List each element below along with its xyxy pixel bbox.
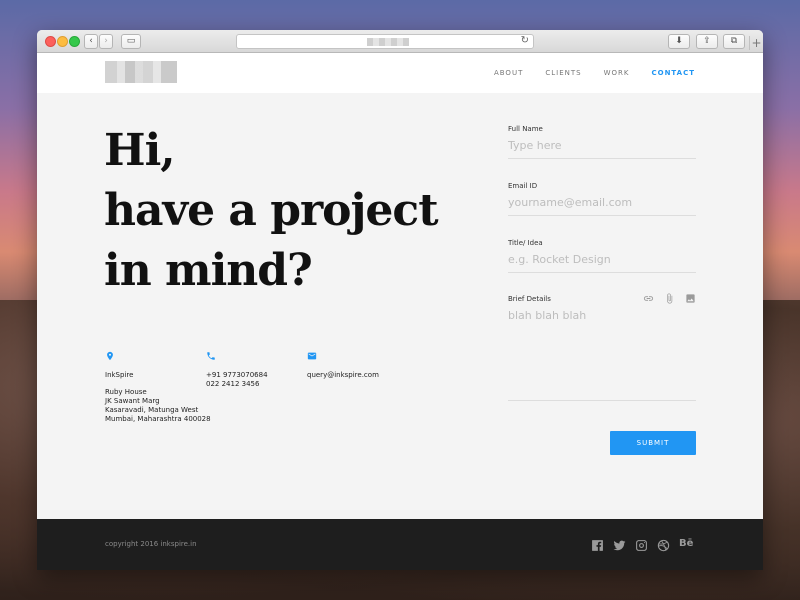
browser-window: ‹ › ▭ ↻ ⬇ ⇪ ⧉ + ABOUT CLIENTS WORK CONTA… bbox=[37, 30, 763, 570]
phone-number-1[interactable]: +91 9773070684 bbox=[206, 371, 268, 380]
title-label: Title/ Idea bbox=[508, 239, 543, 247]
downloads-button[interactable]: ⬇ bbox=[668, 34, 690, 49]
fullscreen-window-button[interactable] bbox=[69, 36, 80, 47]
nav-contact[interactable]: CONTACT bbox=[651, 69, 695, 77]
image-icon[interactable] bbox=[685, 293, 696, 304]
location-pin-icon bbox=[107, 351, 113, 361]
reload-icon[interactable]: ↻ bbox=[521, 35, 529, 46]
full-name-input[interactable] bbox=[508, 133, 696, 159]
phone-number-2[interactable]: 022 2412 3456 bbox=[206, 380, 268, 389]
forward-button[interactable]: › bbox=[99, 34, 113, 49]
facebook-icon[interactable] bbox=[591, 537, 604, 551]
title-input[interactable] bbox=[508, 247, 696, 273]
instagram-icon[interactable] bbox=[635, 537, 648, 551]
sidebar-icon: ▭ bbox=[126, 36, 136, 46]
url-text-redacted bbox=[367, 38, 409, 46]
sidebar-toggle-button[interactable]: ▭ bbox=[121, 34, 141, 49]
address-block: InkSpire Ruby House JK Sawant Marg Kasar… bbox=[105, 351, 211, 424]
address-bar[interactable]: ↻ bbox=[236, 34, 534, 49]
details-field: Brief Details bbox=[508, 293, 696, 401]
submit-button[interactable]: SUBMIT bbox=[610, 431, 696, 455]
address-line-1: Ruby House bbox=[105, 388, 147, 396]
email-field: Email ID bbox=[508, 182, 696, 239]
behance-icon[interactable]: Bē bbox=[679, 537, 695, 550]
contact-section: Hi, have a project in mind? InkSpire Rub… bbox=[37, 93, 763, 518]
nav-clients[interactable]: CLIENTS bbox=[545, 69, 581, 77]
page-headline: Hi, have a project in mind? bbox=[104, 121, 439, 301]
chevron-right-icon: › bbox=[104, 36, 108, 46]
nav-about[interactable]: ABOUT bbox=[494, 69, 523, 77]
paperclip-icon[interactable] bbox=[664, 293, 675, 304]
contact-email[interactable]: query@inkspire.com bbox=[307, 371, 379, 380]
twitter-icon[interactable] bbox=[613, 537, 626, 551]
headline-line-3: in mind? bbox=[104, 245, 313, 296]
link-icon[interactable] bbox=[643, 293, 654, 304]
main-nav: ABOUT CLIENTS WORK CONTACT bbox=[494, 69, 695, 77]
email-label: Email ID bbox=[508, 182, 538, 190]
envelope-icon bbox=[307, 352, 317, 360]
tabs-icon: ⧉ bbox=[730, 36, 738, 46]
email-input[interactable] bbox=[508, 190, 696, 216]
tabs-button[interactable]: ⧉ bbox=[723, 34, 745, 49]
site-logo-redacted[interactable] bbox=[105, 61, 177, 83]
back-button[interactable]: ‹ bbox=[84, 34, 98, 49]
address-line-2: JK Sawant Marg bbox=[105, 397, 160, 405]
details-textarea[interactable] bbox=[508, 303, 696, 401]
full-name-field: Full Name bbox=[508, 125, 696, 182]
site-footer: copyright 2016 inkspire.in Bē bbox=[37, 519, 763, 570]
share-button[interactable]: ⇪ bbox=[696, 34, 718, 49]
phone-block: +91 9773070684 022 2412 3456 bbox=[206, 351, 268, 389]
full-name-label: Full Name bbox=[508, 125, 543, 133]
chevron-left-icon: ‹ bbox=[89, 36, 93, 46]
social-links: Bē bbox=[591, 537, 695, 552]
dribbble-icon[interactable] bbox=[657, 537, 670, 552]
phone-icon bbox=[207, 352, 215, 360]
email-block: query@inkspire.com bbox=[307, 351, 379, 380]
contact-form: Full Name Email ID Title/ Idea Brief Det… bbox=[508, 125, 696, 401]
attachment-tools bbox=[643, 293, 696, 304]
close-window-button[interactable] bbox=[45, 36, 56, 47]
title-field: Title/ Idea bbox=[508, 239, 696, 295]
nav-work[interactable]: WORK bbox=[604, 69, 630, 77]
new-tab-button[interactable]: + bbox=[749, 36, 763, 50]
download-icon: ⬇ bbox=[675, 36, 683, 46]
headline-line-2: have a project bbox=[104, 185, 439, 236]
share-icon: ⇪ bbox=[703, 36, 711, 46]
headline-line-1: Hi, bbox=[104, 125, 176, 176]
minimize-window-button[interactable] bbox=[57, 36, 68, 47]
browser-titlebar: ‹ › ▭ ↻ ⬇ ⇪ ⧉ + bbox=[37, 30, 763, 53]
address-line-3: Kasaravadi, Matunga West bbox=[105, 406, 199, 414]
copyright-text: copyright 2016 inkspire.in bbox=[105, 540, 197, 548]
address-line-4: Mumbai, Maharashtra 400028 bbox=[105, 415, 211, 423]
company-name: InkSpire bbox=[105, 371, 134, 379]
site-header: ABOUT CLIENTS WORK CONTACT bbox=[37, 53, 763, 93]
